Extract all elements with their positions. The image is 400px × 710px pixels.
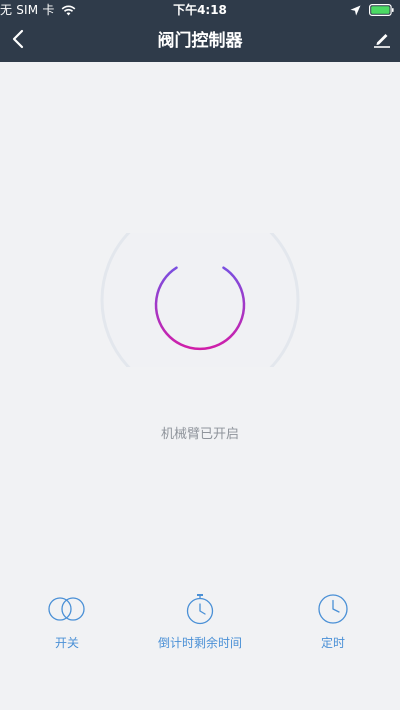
power-button[interactable] <box>100 233 300 367</box>
valve-controller-screen: 无 SIM 卡 下午4:18 阀门控制器 机械臂已开启 开关 倒计时剩余时间 定… <box>0 0 400 710</box>
countdown-label: 倒计时剩余时间 <box>157 636 242 650</box>
power-status-text: 机械臂已开启 <box>160 427 239 442</box>
timer-label: 定时 <box>320 636 345 650</box>
status-bar: 无 SIM 卡 下午4:18 <box>0 0 400 20</box>
status-right <box>350 0 394 20</box>
edit-button[interactable] <box>364 20 400 62</box>
switch-label: 开关 <box>54 636 79 650</box>
status-time: 下午4:18 <box>173 3 227 17</box>
clock-icon <box>313 592 353 626</box>
power-icon <box>154 255 246 351</box>
bottom-actions: 开关 倒计时剩余时间 定时 <box>0 592 400 662</box>
countdown-action[interactable]: 倒计时剩余时间 <box>140 592 260 662</box>
toggle-circles-icon <box>47 592 87 626</box>
switch-action[interactable]: 开关 <box>7 592 127 662</box>
stopwatch-icon <box>180 592 220 626</box>
pencil-icon <box>373 30 391 52</box>
top-bar: 无 SIM 卡 下午4:18 阀门控制器 <box>0 0 400 62</box>
battery-icon <box>369 4 394 16</box>
navigation-bar: 阀门控制器 <box>0 20 400 62</box>
location-arrow-icon <box>350 5 361 16</box>
timer-action[interactable]: 定时 <box>273 592 393 662</box>
page-title: 阀门控制器 <box>157 31 243 51</box>
